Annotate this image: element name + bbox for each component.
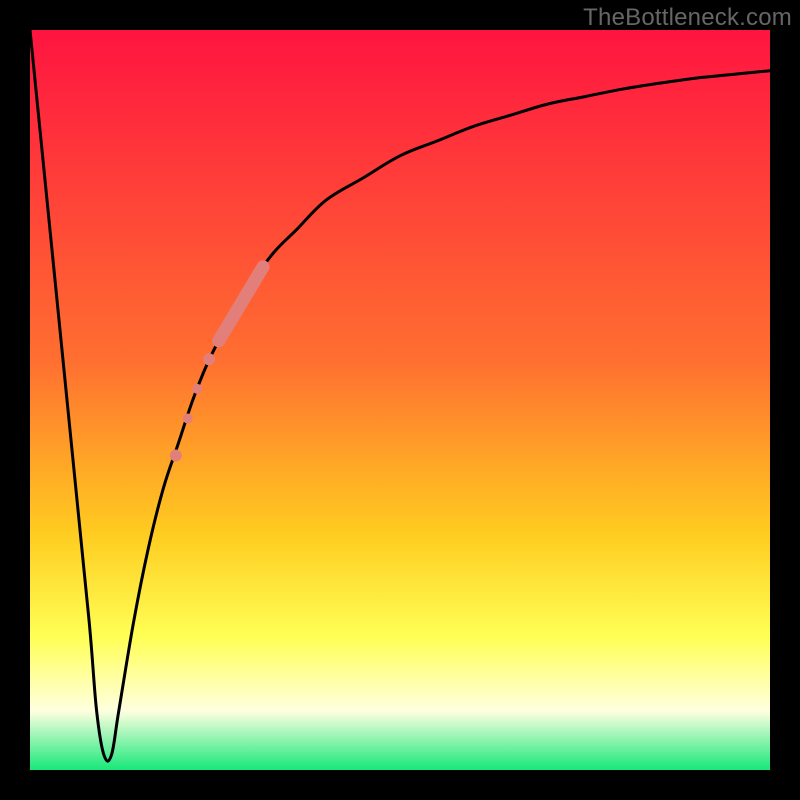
- chart-svg: [30, 30, 770, 770]
- dot-3: [183, 414, 193, 424]
- watermark-text: TheBottleneck.com: [583, 4, 792, 32]
- dot-2: [192, 384, 202, 394]
- chart-frame: TheBottleneck.com: [0, 0, 800, 800]
- gradient-background: [30, 30, 770, 770]
- plot-area: [30, 30, 770, 770]
- dot-4: [170, 450, 182, 462]
- dot-1: [203, 353, 215, 365]
